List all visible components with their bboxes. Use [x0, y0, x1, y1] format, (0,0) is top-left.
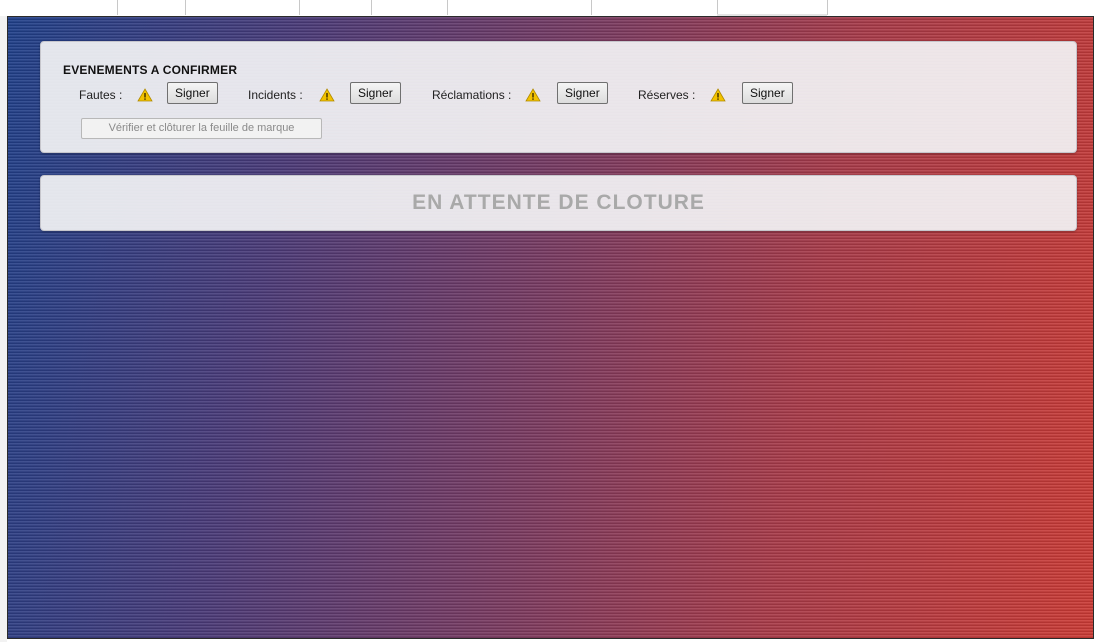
warning-icon: [319, 88, 335, 102]
events-panel: EVENEMENTS A CONFIRMER Fautes : Signer I…: [40, 41, 1077, 153]
warning-icon: [710, 88, 726, 102]
tab-segment[interactable]: [447, 0, 592, 15]
incidents-label: Incidents :: [248, 88, 303, 102]
fautes-label: Fautes :: [79, 88, 123, 102]
reserves-label: Réserves :: [638, 88, 696, 102]
sign-fautes-button[interactable]: Signer: [167, 82, 218, 104]
tab-segment-active[interactable]: [717, 0, 828, 15]
sign-incidents-button[interactable]: Signer: [350, 82, 401, 104]
tab-segment[interactable]: [371, 0, 448, 15]
tab-segment[interactable]: [185, 0, 300, 15]
sign-reclamations-button[interactable]: Signer: [557, 82, 608, 104]
warning-icon: [525, 88, 541, 102]
status-text: EN ATTENTE DE CLOTURE: [412, 191, 705, 214]
warning-icon: [137, 88, 153, 102]
status-panel: EN ATTENTE DE CLOTURE: [40, 175, 1077, 231]
reclamations-label: Réclamations :: [432, 88, 512, 102]
tab-segment[interactable]: [591, 0, 718, 15]
verify-and-close-button[interactable]: Vérifier et clôturer la feuille de marqu…: [81, 118, 322, 139]
top-tab-strip: [0, 0, 1099, 16]
tab-segment[interactable]: [299, 0, 372, 15]
tab-segment[interactable]: [0, 0, 118, 15]
sign-reserves-button[interactable]: Signer: [742, 82, 793, 104]
events-title: EVENEMENTS A CONFIRMER: [63, 63, 238, 77]
left-edge: [0, 16, 7, 642]
tab-segment[interactable]: [117, 0, 186, 15]
